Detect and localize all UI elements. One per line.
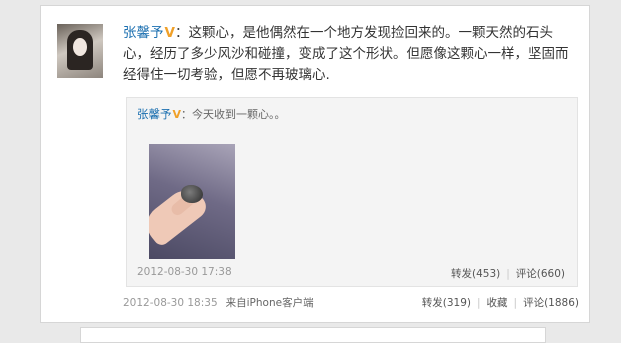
avatar[interactable]	[57, 24, 103, 78]
post-meta: 2012-08-30 18:35 来自iPhone客户端	[123, 295, 314, 310]
post-source-link[interactable]: 来自iPhone客户端	[226, 297, 314, 309]
repost-text: ：今天收到一颗心。。	[181, 108, 286, 121]
repost-timestamp-link[interactable]: 2012-08-30 17:38	[137, 266, 232, 278]
favorite-button[interactable]: 收藏	[487, 297, 508, 309]
repost-actions: 转发(453) | 评论(660)	[451, 266, 565, 281]
repost-repost-button[interactable]: 转发(453)	[451, 268, 500, 280]
verified-badge-icon: V	[164, 25, 175, 41]
repost-photo[interactable]	[149, 144, 235, 259]
comment-button[interactable]: 评论(1886)	[523, 297, 579, 309]
repost-verified-badge-icon: V	[172, 108, 182, 121]
divider: |	[476, 297, 481, 309]
post-timestamp-link[interactable]: 2012-08-30 18:35	[123, 297, 218, 309]
repost-comment-button[interactable]: 评论(660)	[516, 268, 565, 280]
repost-button[interactable]: 转发(319)	[422, 297, 471, 309]
post-body: 张馨予V：这颗心，是他偶然在一个地方发现捡回来的。一颗天然的石头心，经历了多少风…	[123, 23, 573, 86]
divider: |	[506, 268, 510, 280]
divider: |	[513, 297, 518, 309]
repost-author-link[interactable]: 张馨予	[137, 107, 172, 121]
post-actions: 转发(319) | 收藏 | 评论(1886)	[422, 295, 579, 310]
post-colon: ：	[174, 25, 189, 41]
photo-heart-stone	[181, 185, 203, 203]
repost-header: 张馨予V：今天收到一颗心。。	[137, 106, 286, 122]
avatar-face	[73, 38, 87, 56]
next-card-edge	[80, 327, 546, 343]
post-text: 这颗心，是他偶然在一个地方发现捡回来的。一颗天然的石头心，经历了多少风沙和碰撞，…	[123, 25, 569, 83]
reposted-content: 张馨予V：今天收到一颗心。。 2012-08-30 17:38 转发(453) |…	[126, 97, 578, 287]
weibo-post-card: 张馨予V：这颗心，是他偶然在一个地方发现捡回来的。一颗天然的石头心，经历了多少风…	[40, 5, 590, 323]
author-name-link[interactable]: 张馨予	[123, 25, 164, 41]
